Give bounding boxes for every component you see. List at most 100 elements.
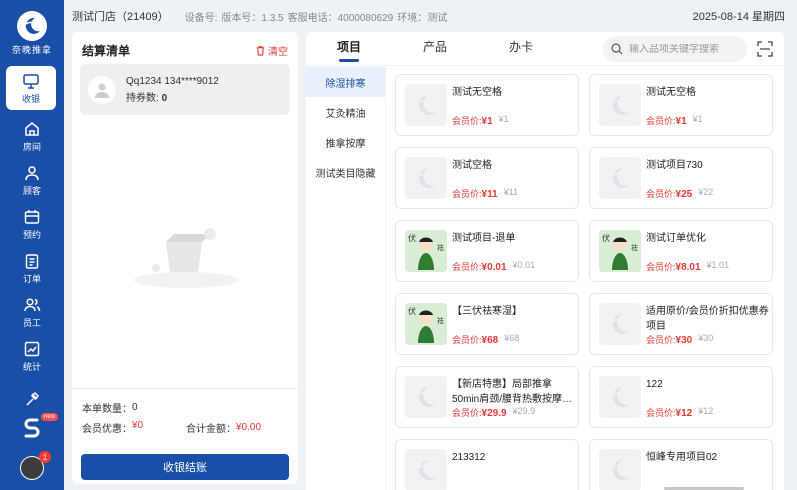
- qty-value: 0: [132, 401, 138, 413]
- placeholder-logo-icon: [417, 459, 436, 480]
- device-label: 设备号:: [184, 12, 218, 24]
- original-price: ¥68: [504, 333, 520, 343]
- checkout-summary: 本单数量： 0 会员优惠： ¥0 合计金额： ¥0.00: [72, 388, 298, 445]
- product-name: 适用原价/会员价折扣优惠券项目: [646, 306, 769, 332]
- product-card[interactable]: 恒峰专用项目02: [589, 439, 773, 490]
- category-item[interactable]: 测试类目隐藏: [306, 157, 385, 187]
- promo-button[interactable]: new: [0, 406, 64, 450]
- member-price: 会员价:¥1: [646, 116, 687, 127]
- product-card[interactable]: 伏祛测试订单优化 会员价:¥8.01 ¥1.01: [589, 220, 773, 282]
- chart-icon: [24, 341, 40, 356]
- clear-button[interactable]: 清空: [255, 43, 288, 58]
- product-card[interactable]: 122 会员价:¥12 ¥12: [589, 366, 773, 428]
- sidebar-item-user[interactable]: 顾客: [6, 158, 58, 202]
- user-avatar-button[interactable]: 1: [20, 451, 51, 480]
- sidebar-item-home[interactable]: 房间: [6, 114, 58, 158]
- tab-0[interactable]: 项目: [306, 32, 392, 66]
- category-item[interactable]: 除湿排寒: [306, 67, 385, 97]
- product-card[interactable]: 【新店特惠】局部推拿50min肩颈/腰背热敷按摩… 会员价:¥29.9 ¥29.9: [395, 366, 579, 428]
- original-price: ¥12: [698, 406, 714, 416]
- original-price: ¥0.01: [512, 260, 536, 270]
- member-price: 会员价:¥1: [452, 116, 493, 127]
- brand-logo: 奈晚推拿: [0, 0, 64, 66]
- sidebar-item-label: 房间: [22, 141, 41, 152]
- top-bar: 测试门店（21409） 设备号: 版本号：1.3.5 客服电话：40000806…: [64, 0, 797, 32]
- brand-name: 奈晚推拿: [11, 44, 52, 55]
- product-card[interactable]: 测试空格 会员价:¥11 ¥11: [395, 147, 579, 209]
- total-label: 合计金额：: [186, 423, 236, 435]
- calendar-icon: [24, 209, 40, 224]
- product-name: 测试订单优化: [646, 233, 706, 244]
- original-price: ¥1: [692, 114, 703, 124]
- product-card[interactable]: 测试无空格 会员价:¥1 ¥1: [589, 74, 773, 136]
- sidebar-item-calendar[interactable]: 预约: [6, 202, 58, 246]
- svg-text:祛: 祛: [437, 316, 444, 325]
- sidebar-item-label: 订单: [22, 273, 41, 284]
- checkout-pay-button[interactable]: 收银结账: [81, 454, 289, 480]
- category-item[interactable]: 艾灸精油: [306, 97, 385, 127]
- product-name: 测试空格: [452, 160, 492, 171]
- sidebar-nav: 收银房间顾客预约订单员工统计: [6, 66, 58, 422]
- product-name: 恒峰专用项目02: [646, 452, 718, 463]
- search-input[interactable]: [629, 43, 739, 55]
- sidebar-item-monitor[interactable]: 收银: [6, 66, 56, 110]
- product-name: 测试无空格: [452, 87, 502, 98]
- product-card[interactable]: 适用原价/会员价折扣优惠券项目 会员价:¥30 ¥30: [589, 293, 773, 355]
- environment-label: 环境：测试: [397, 12, 448, 24]
- tab-2[interactable]: 办卡: [478, 32, 564, 66]
- product-thumbnail: 伏祛: [405, 303, 447, 345]
- sidebar-item-chart[interactable]: 统计: [6, 334, 58, 378]
- product-card[interactable]: 测试无空格 会员价:¥1 ¥1: [395, 74, 579, 136]
- empty-cart-illustration: [126, 212, 246, 292]
- product-card[interactable]: 213312: [395, 439, 579, 490]
- product-thumbnail: 伏祛: [405, 230, 447, 272]
- product-name: 测试项目-退单: [452, 233, 516, 244]
- notification-count: 1: [39, 451, 51, 463]
- member-price: 会员价:¥29.9: [452, 408, 507, 419]
- service-phone: 客服电话：4000080629: [287, 12, 394, 24]
- placeholder-logo-icon: [611, 386, 630, 407]
- placeholder-logo-icon: [611, 313, 630, 334]
- discount-label: 会员优惠：: [82, 423, 132, 435]
- tab-1[interactable]: 产品: [392, 32, 478, 66]
- product-thumbnail: [405, 84, 447, 126]
- original-price: ¥30: [698, 333, 714, 343]
- sidebar-item-label: 统计: [22, 361, 41, 372]
- home-icon: [25, 121, 39, 136]
- product-illustration-icon: 伏祛: [405, 230, 447, 272]
- coupon-label: 持券数:: [126, 92, 159, 104]
- member-card[interactable]: Qq1234 134****9012 持券数: 0: [80, 64, 290, 115]
- member-name: Qq1234 134****9012: [126, 75, 219, 87]
- product-card[interactable]: 伏祛【三伏祛寒湿】 会员价:¥68 ¥68: [395, 293, 579, 355]
- placeholder-logo-icon: [417, 386, 436, 407]
- product-name: 测试项目730: [646, 160, 703, 171]
- sidebar-item-label: 收银: [21, 93, 40, 104]
- sidebar-item-label: 顾客: [22, 185, 41, 196]
- product-card[interactable]: 测试项目730 会员价:¥25 ¥22: [589, 147, 773, 209]
- product-card[interactable]: 伏祛测试项目-退单 会员价:¥0.01 ¥0.01: [395, 220, 579, 282]
- search-box[interactable]: [603, 36, 747, 62]
- qty-label: 本单数量：: [82, 403, 132, 415]
- new-badge: new: [40, 413, 58, 421]
- product-thumbnail: [405, 376, 447, 418]
- scan-icon[interactable]: [757, 41, 773, 57]
- user-icon: [25, 165, 39, 180]
- placeholder-logo-icon: [611, 459, 630, 480]
- original-price: ¥22: [698, 187, 714, 197]
- member-price: 会员价:¥25: [646, 189, 693, 200]
- svg-text:伏: 伏: [408, 306, 416, 316]
- search-icon: [611, 43, 623, 55]
- total-value: ¥0.00: [236, 421, 262, 433]
- product-thumbnail: [405, 449, 447, 490]
- category-item[interactable]: 推拿按摩: [306, 127, 385, 157]
- member-avatar-icon: [88, 75, 116, 104]
- sidebar-item-staff[interactable]: 员工: [6, 290, 58, 334]
- product-name: 【三伏祛寒湿】: [452, 306, 522, 317]
- moon-logo-icon: [17, 10, 47, 41]
- svg-text:伏: 伏: [602, 233, 610, 243]
- catalog-panel: 项目产品办卡 除湿排寒艾灸精油推拿按摩测试类目隐藏 测试无空格会员价:¥1 ¥1 测…: [306, 32, 784, 490]
- original-price: ¥29.9: [512, 406, 536, 416]
- svg-text:伏: 伏: [408, 233, 416, 243]
- sidebar-item-order[interactable]: 订单: [6, 246, 58, 290]
- member-price: 会员价:¥11: [452, 189, 498, 200]
